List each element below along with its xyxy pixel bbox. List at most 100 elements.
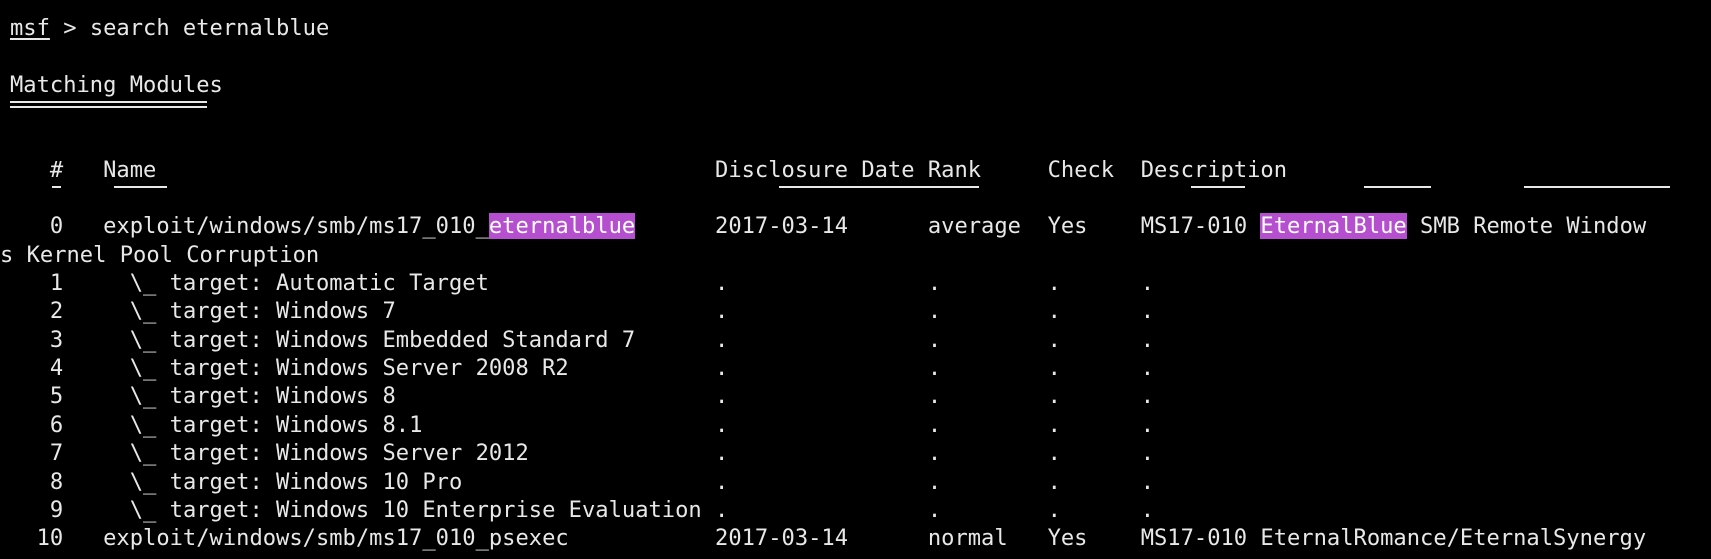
underline-date [779, 186, 979, 189]
table-row: 5 \_ target: Windows 8 . . . . [10, 382, 1711, 410]
row-number: 4 [49, 355, 64, 382]
cell-description: MS17-010 EternalRomance/EternalSynergy [1140, 525, 1647, 552]
row-number: 8 [49, 468, 64, 495]
cell-check: . [1047, 440, 1061, 467]
cell-date: 2017-03-14 [715, 525, 849, 552]
table-row: 10 exploit/windows/smb/ms17_010_psexec 2… [10, 524, 1711, 552]
row-number: 2 [49, 298, 64, 325]
cell-rank: . [927, 440, 942, 467]
row-number: 1 [49, 270, 64, 297]
row-number: 10 [36, 525, 64, 552]
prompt-name: msf [10, 15, 50, 41]
cell-rank: . [927, 411, 942, 438]
table-row: 8 \_ target: Windows 10 Pro . . . . [10, 468, 1711, 496]
cell-check: Yes [1047, 525, 1088, 552]
cell-check: Yes [1047, 213, 1088, 240]
table-row: 0 exploit/windows/smb/ms17_010_eternalbl… [10, 212, 1711, 240]
target-name: \_ target: Windows Server 2008 R2 [129, 355, 569, 382]
cell-description: . [1140, 383, 1155, 410]
table-row: 4 \_ target: Windows Server 2008 R2 . . … [10, 354, 1711, 382]
cell-description: . [1140, 440, 1155, 467]
column-header-num: # [49, 156, 64, 183]
prompt-line: msf > search eternalblue [10, 14, 1711, 42]
cell-rank: . [927, 468, 942, 495]
row-number: 7 [49, 440, 64, 467]
cell-date: 2017-03-14 [715, 213, 849, 240]
target-name: \_ target: Windows Server 2012 [129, 440, 529, 467]
wrapped-description: s Kernel Pool Corruption [0, 241, 320, 268]
table-header-underline [10, 184, 1711, 212]
cell-description: . [1140, 496, 1155, 523]
target-name: \_ target: Windows 7 [129, 298, 396, 325]
cell-date: . [715, 440, 729, 467]
cell-rank: average [927, 213, 1021, 240]
row-number: 3 [49, 326, 64, 353]
cell-description: . [1140, 270, 1155, 297]
section-title: Matching Modules [10, 71, 223, 98]
cell-date: . [715, 298, 729, 325]
row-number: 0 [49, 213, 64, 240]
cell-date: . [715, 411, 729, 438]
table-row: 1 \_ target: Automatic Target . . . . [10, 269, 1711, 297]
row-number: 6 [49, 411, 64, 438]
cell-description: . [1140, 326, 1155, 353]
target-name: \_ target: Windows 8.1 [129, 411, 423, 438]
cell-description: . [1140, 468, 1155, 495]
prompt-separator: > [49, 15, 90, 41]
target-name: \_ target: Windows 10 Pro [129, 468, 463, 495]
module-name: exploit/windows/smb/ms17_010_psexec [103, 525, 569, 552]
cell-date: . [715, 355, 729, 382]
cell-check: . [1047, 411, 1061, 438]
target-name: \_ target: Windows Embedded Standard 7 [129, 326, 636, 353]
cell-date: . [715, 496, 729, 523]
command-text: search eternalblue [89, 15, 330, 41]
cell-rank: normal [927, 525, 1008, 552]
table-row: 6 \_ target: Windows 8.1 . . . . [10, 411, 1711, 439]
cell-check: . [1047, 298, 1061, 325]
modules-table: # Name Disclosure Date Rank Check Descri… [0, 156, 1711, 553]
underline-description [1523, 186, 1670, 189]
cell-date: . [715, 468, 729, 495]
column-header-rank: Rank [927, 156, 982, 183]
cell-description: SMB Remote Window [1406, 213, 1647, 240]
cell-rank: . [927, 298, 942, 325]
target-name: \_ target: Windows 8 [129, 383, 396, 410]
underline-num [51, 186, 61, 189]
cell-description: . [1140, 411, 1155, 438]
cell-date: . [715, 383, 729, 410]
cell-rank: . [927, 355, 942, 382]
column-header-name: Name [103, 156, 157, 183]
cell-description: . [1140, 355, 1155, 382]
target-name: \_ target: Windows 10 Enterprise Evaluat… [129, 496, 702, 523]
search-highlight: EternalBlue [1260, 213, 1407, 240]
cell-check: . [1047, 468, 1061, 495]
cell-description: MS17-010 [1140, 213, 1261, 240]
double-underline [10, 101, 207, 109]
section-title-underline [10, 99, 1711, 127]
module-name: exploit/windows/smb/ms17_010_ [103, 213, 489, 240]
table-header-row: # Name Disclosure Date Rank Check Descri… [10, 156, 1711, 184]
underline-name [114, 186, 168, 189]
column-header-date: Disclosure Date [715, 156, 915, 183]
cell-rank: . [927, 326, 942, 353]
cell-check: . [1047, 326, 1061, 353]
terminal-window[interactable]: msf > search eternalblue Matching Module… [0, 0, 1711, 559]
cell-check: . [1047, 496, 1061, 523]
cell-rank: . [927, 383, 942, 410]
cell-check: . [1047, 270, 1061, 297]
target-name: \_ target: Automatic Target [129, 270, 489, 297]
row-number: 5 [49, 383, 64, 410]
cell-check: . [1047, 355, 1061, 382]
cell-description: . [1140, 298, 1155, 325]
underline-rank [1191, 186, 1245, 189]
column-header-description: Description [1140, 156, 1288, 183]
row-number: 9 [49, 496, 64, 523]
cell-rank: . [927, 496, 942, 523]
underline-check [1364, 186, 1431, 189]
table-row: 9 \_ target: Windows 10 Enterprise Evalu… [10, 496, 1711, 524]
cell-check: . [1047, 383, 1061, 410]
cell-date: . [715, 270, 729, 297]
cell-date: . [715, 326, 729, 353]
